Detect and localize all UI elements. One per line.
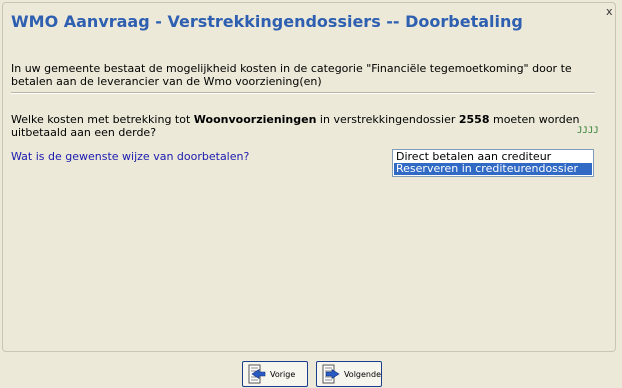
next-button-label: Volgende xyxy=(343,369,381,379)
payment-method-listbox[interactable]: Direct betalen aan crediteur Reserveren … xyxy=(392,149,594,177)
question-part1: Welke kosten met betrekking tot xyxy=(11,113,194,126)
question-part2: in verstrekkingendossier xyxy=(316,113,459,126)
payment-method-label: Wat is de gewenste wijze van doorbetalen… xyxy=(11,150,250,163)
previous-button-label: Vorige xyxy=(270,369,296,379)
question-category: Woonvoorzieningen xyxy=(193,113,317,126)
marker-text: JJJJ xyxy=(577,126,599,136)
arrow-right-icon xyxy=(322,364,340,384)
divider xyxy=(11,92,595,94)
arrow-left-icon xyxy=(248,364,266,384)
option-reserveren[interactable]: Reserveren in crediteurendossier xyxy=(394,163,592,175)
wizard-panel xyxy=(2,2,616,352)
intro-text: In uw gemeente bestaat de mogelijkheid k… xyxy=(11,62,572,88)
next-button[interactable]: Volgende xyxy=(316,361,382,387)
question-text: Welke kosten met betrekking tot Woonvoor… xyxy=(11,113,591,139)
previous-button[interactable]: Vorige xyxy=(242,361,308,387)
close-icon[interactable]: x xyxy=(606,6,613,17)
question-dossier-number: 2558 xyxy=(458,113,490,126)
page-title: WMO Aanvraag - Verstrekkingendossiers --… xyxy=(11,12,523,31)
